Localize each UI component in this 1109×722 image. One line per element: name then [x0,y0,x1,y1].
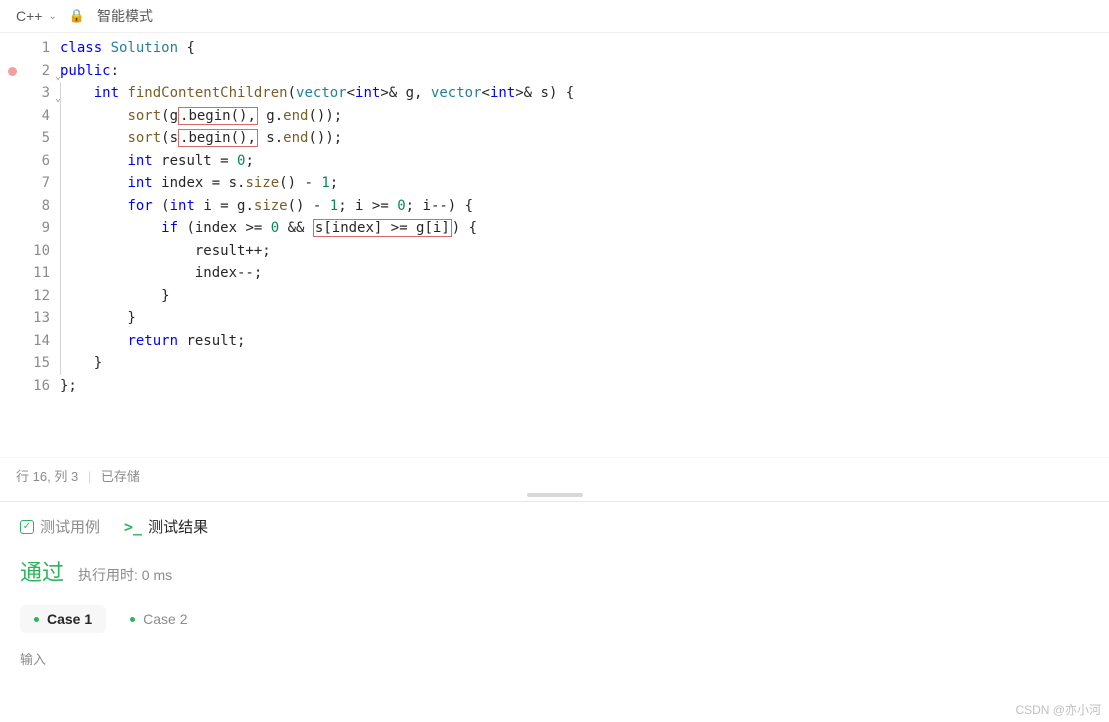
breakpoint-icon[interactable] [8,67,17,76]
code-line[interactable]: if (index >= 0 && s[index] >= g[i]) { [60,217,1109,240]
code-line[interactable]: public: [60,60,1109,83]
row-label: 行 [16,469,29,484]
mode-label: 智能模式 [97,6,153,26]
code-line[interactable]: result++; [60,240,1109,263]
line-number: 1 [0,37,50,60]
pass-badge: 通过 [20,555,64,587]
editor-topbar: C++ ⌄ 🔒 智能模式 [0,0,1109,33]
line-number: 14 [0,330,50,353]
col-label: 列 [54,469,67,484]
chevron-down-icon: ⌄ [48,11,56,22]
line-number: 7 [0,172,50,195]
language-selector[interactable]: C++ ⌄ [16,8,57,24]
line-number: 4 [0,105,50,128]
code-line[interactable]: } [60,307,1109,330]
result-summary: 通过 执行用时: 0 ms [20,549,1089,605]
results-tabs: ✓ 测试用例 >_ 测试结果 [20,512,1089,549]
code-area[interactable]: class Solution {public: int findContentC… [60,37,1109,397]
status-dot-icon [34,617,39,622]
check-icon: ✓ [20,520,34,534]
code-line[interactable]: int result = 0; [60,150,1109,173]
prompt-icon: >_ [124,518,142,536]
case-1[interactable]: Case 1 [20,605,106,633]
input-section-label: 输入 [20,633,1089,672]
test-cases: Case 1 Case 2 [20,605,1089,633]
code-line[interactable]: } [60,352,1109,375]
status-dot-icon [130,617,135,622]
code-line[interactable]: return result; [60,330,1109,353]
line-number: 12 [0,285,50,308]
watermark: CSDN @亦小河 [1015,701,1101,718]
runtime-label: 执行用时: 0 ms [78,565,172,585]
code-line[interactable]: sort(g.begin(), g.end()); [60,105,1109,128]
language-label: C++ [16,8,42,24]
case-2[interactable]: Case 2 [120,605,197,633]
line-number: 13 [0,307,50,330]
code-line[interactable]: } [60,285,1109,308]
line-number: 5 [0,127,50,150]
line-number: 10 [0,240,50,263]
line-number: 15 [0,352,50,375]
line-number: 6 [0,150,50,173]
results-panel: ✓ 测试用例 >_ 测试结果 通过 执行用时: 0 ms Case 1 Case… [0,493,1109,672]
code-line[interactable]: int index = s.size() - 1; [60,172,1109,195]
line-gutter: 12⌄3⌄45678910111213141516 [0,37,60,397]
line-number: 2⌄ [0,60,50,83]
code-line[interactable]: index--; [60,262,1109,285]
resize-handle[interactable] [527,493,583,497]
code-line[interactable]: sort(s.begin(), s.end()); [60,127,1109,150]
line-number: 3⌄ [0,82,50,105]
tab-testcase[interactable]: ✓ 测试用例 [20,516,100,537]
code-line[interactable]: int findContentChildren(vector<int>& g, … [60,82,1109,105]
saved-label: 已存储 [101,469,140,484]
code-line[interactable]: class Solution { [60,37,1109,60]
line-number: 11 [0,262,50,285]
lock-icon: 🔒 [69,8,85,24]
line-number: 9 [0,217,50,240]
line-number: 16 [0,375,50,398]
tab-result[interactable]: >_ 测试结果 [124,516,208,537]
code-line[interactable]: }; [60,375,1109,398]
line-number: 8 [0,195,50,218]
code-editor[interactable]: 12⌄3⌄45678910111213141516 class Solution… [0,33,1109,397]
code-line[interactable]: for (int i = g.size() - 1; i >= 0; i--) … [60,195,1109,218]
status-bar: 行 16, 列 3 | 已存储 [0,457,1109,493]
